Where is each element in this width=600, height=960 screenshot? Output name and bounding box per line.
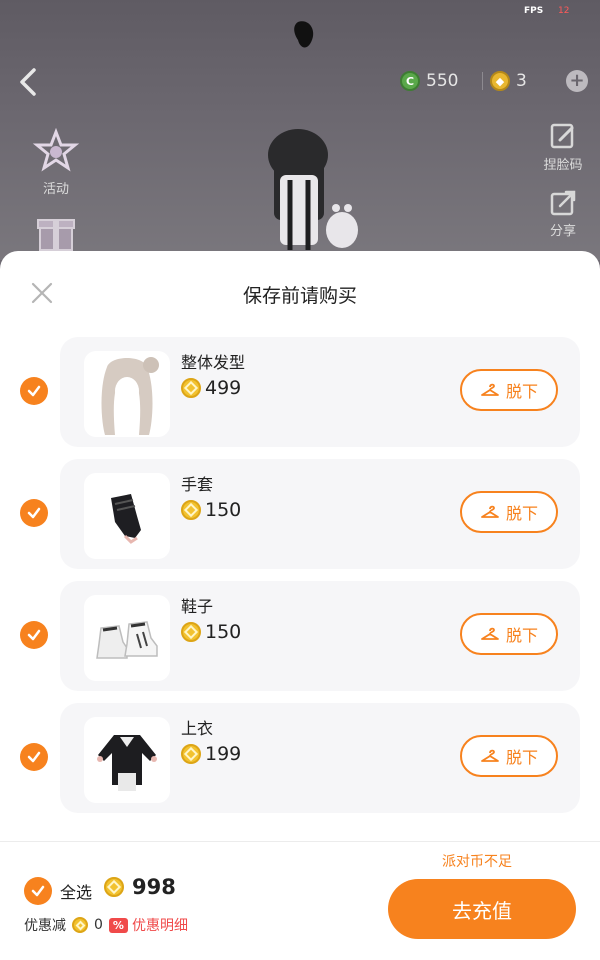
take-off-label: 脱下 (505, 504, 538, 523)
green-currency: C 550 (400, 68, 458, 94)
total-price: 998 (104, 875, 176, 899)
item-price-value: 150 (205, 499, 242, 521)
coin-icon (181, 378, 201, 398)
checkmark-icon (27, 751, 41, 763)
fps-value: 12 (558, 6, 570, 16)
green-currency-icon: C (400, 71, 420, 91)
item-name: 整体发型 (181, 353, 246, 372)
gold-coin-icon: ◆ (490, 71, 510, 91)
take-off-label: 脱下 (505, 626, 538, 645)
back-button[interactable] (16, 66, 42, 98)
green-currency-amount: 550 (426, 71, 459, 91)
activity-label: 活动 (42, 182, 69, 197)
face-code-button[interactable]: 捏脸码 (538, 122, 588, 173)
fps-label: FPS (524, 6, 544, 16)
take-off-label: 脱下 (505, 748, 538, 767)
edit-icon (550, 123, 574, 149)
share-icon (550, 190, 576, 216)
shoes-thumbnail (84, 595, 170, 681)
share-button[interactable]: 分享 (538, 188, 588, 239)
checkmark-icon (31, 885, 45, 897)
select-all-label: 全选 (60, 883, 93, 902)
face-code-label: 捏脸码 (543, 158, 583, 173)
discount-row: 优惠减 0 % 优惠明细 (24, 915, 188, 935)
coin-icon (72, 917, 88, 933)
top-thumbnail (84, 717, 170, 803)
take-off-button[interactable]: 脱下 (460, 491, 558, 533)
item-price-value: 499 (205, 377, 242, 399)
gloves-thumbnail (84, 473, 170, 559)
sneaker-icon (96, 621, 158, 659)
avatar-character-image (268, 129, 358, 250)
item-checkbox-top[interactable] (20, 743, 48, 771)
hanger-icon (481, 749, 499, 762)
coin-icon (181, 500, 201, 520)
footer-divider (0, 841, 600, 842)
item-name: 鞋子 (181, 597, 214, 616)
jacket-icon (97, 735, 157, 791)
star-badge-icon (32, 127, 80, 172)
hanger-icon (481, 383, 499, 396)
gift-box-icon (37, 219, 75, 251)
checkmark-icon (27, 629, 41, 641)
coin-icon (104, 877, 124, 897)
item-checkbox-shoes[interactable] (20, 621, 48, 649)
sheet-title: 保存前请购买 (242, 285, 357, 307)
list-item: 整体发型 499 脱下 (60, 337, 580, 447)
currency-divider (482, 72, 483, 90)
discount-details-label: 优惠明细 (131, 918, 188, 934)
purchase-sheet: 保存前请购买 整体发型 499 脱下 手套 150 脱下 鞋子 150 脱下 上… (0, 251, 600, 960)
take-off-button[interactable]: 脱下 (460, 369, 558, 411)
item-price: 199 (181, 743, 241, 765)
glove-icon (111, 494, 141, 544)
item-checkbox-hairstyle[interactable] (20, 377, 48, 405)
discount-label: 优惠减 (24, 918, 66, 934)
hanger-icon (481, 505, 499, 518)
gift-button[interactable] (26, 212, 86, 256)
list-item: 手套 150 脱下 (60, 459, 580, 569)
checkmark-icon (27, 507, 41, 519)
discount-value: 0 (94, 917, 103, 933)
select-all-check (24, 877, 52, 905)
chevron-left-icon (20, 68, 36, 96)
discount-details-link[interactable]: % 优惠明细 (108, 915, 188, 935)
item-name: 上衣 (181, 719, 214, 738)
activity-button[interactable]: 活动 (26, 127, 86, 197)
coin-icon (181, 744, 201, 764)
coin-icon (181, 622, 201, 642)
share-label: 分享 (549, 224, 576, 239)
recharge-button[interactable]: 去充值 (388, 879, 576, 939)
item-price: 499 (181, 377, 241, 399)
list-item: 鞋子 150 脱下 (60, 581, 580, 691)
list-item: 上衣 199 脱下 (60, 703, 580, 813)
gold-currency: ◆ 3 (490, 68, 527, 94)
take-off-button[interactable]: 脱下 (460, 735, 558, 777)
item-price: 150 (181, 499, 241, 521)
take-off-button[interactable]: 脱下 (460, 613, 558, 655)
game-scene-background: FPS 12 C 550 ◆ 3 + 活动 捏脸码 分享 (0, 0, 600, 260)
add-currency-button[interactable]: + (566, 70, 588, 92)
hanger-icon (481, 627, 499, 640)
hairstyle-icon (101, 357, 159, 435)
gold-currency-amount: 3 (516, 71, 527, 91)
item-price-value: 150 (205, 621, 242, 643)
select-all-checkbox[interactable]: 全选 (24, 877, 92, 905)
checkmark-icon (27, 385, 41, 397)
hair-bun-image (294, 21, 314, 48)
insufficient-funds-text: 派对币不足 (442, 854, 512, 870)
item-checkbox-gloves[interactable] (20, 499, 48, 527)
total-price-value: 998 (132, 875, 176, 899)
discount-badge: % (108, 917, 128, 933)
item-name: 手套 (181, 475, 214, 494)
item-price: 150 (181, 621, 241, 643)
take-off-label: 脱下 (505, 382, 538, 401)
hairstyle-thumbnail (84, 351, 170, 437)
item-price-value: 199 (205, 743, 242, 765)
